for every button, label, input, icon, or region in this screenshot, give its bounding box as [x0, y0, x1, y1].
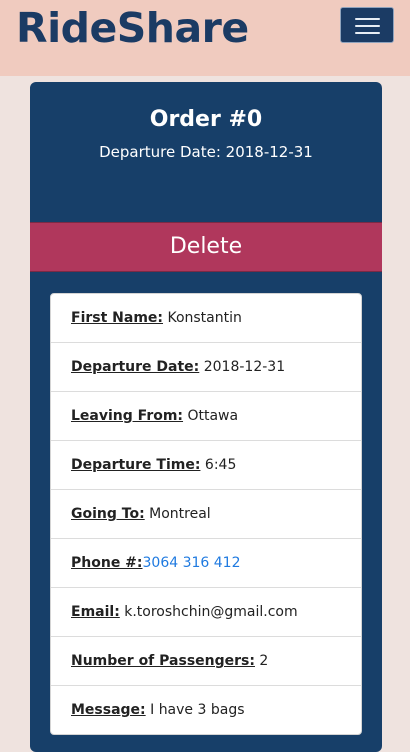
delete-button[interactable]: Delete — [30, 222, 382, 272]
detail-label: Phone #: — [71, 555, 143, 571]
order-title: Order #0 — [149, 107, 263, 132]
detail-value: Montreal — [149, 506, 211, 522]
order-card: Order #0 Departure Date: 2018-12-31 Dele… — [30, 82, 382, 752]
order-details-list: First Name: Konstantin Departure Date: 2… — [50, 293, 362, 735]
detail-label: Leaving From: — [71, 408, 184, 424]
detail-label: First Name: — [71, 310, 164, 326]
detail-label: Message: — [71, 702, 146, 718]
detail-label: Going To: — [71, 506, 145, 522]
detail-row-message: Message: I have 3 bags — [51, 686, 361, 734]
menu-toggle-button[interactable] — [340, 7, 394, 43]
detail-value: Konstantin — [167, 310, 242, 326]
detail-label: Departure Time: — [71, 457, 201, 473]
detail-label: Departure Date: — [71, 359, 200, 375]
detail-value: Ottawa — [187, 408, 239, 424]
detail-label: Email: — [71, 604, 120, 620]
detail-row-passengers: Number of Passengers: 2 — [51, 637, 361, 686]
detail-value: 2018-12-31 — [203, 359, 286, 375]
detail-row-departure-time: Departure Time: 6:45 — [51, 441, 361, 490]
detail-row-phone: Phone #:3064 316 412 — [51, 539, 361, 588]
phone-link[interactable]: 3064 316 412 — [143, 555, 241, 571]
detail-label: Number of Passengers: — [71, 653, 255, 669]
hamburger-menu-icon — [355, 18, 380, 20]
hamburger-menu-icon-bar — [355, 25, 380, 27]
detail-value: I have 3 bags — [150, 702, 245, 718]
navbar: RideShare — [0, 0, 410, 76]
detail-value: k.toroshchin@gmail.com — [124, 604, 298, 620]
detail-row-leaving-from: Leaving From: Ottawa — [51, 392, 361, 441]
detail-row-departure-date: Departure Date: 2018-12-31 — [51, 343, 361, 392]
order-departure-date: Departure Date: 2018-12-31 — [99, 143, 313, 161]
detail-row-going-to: Going To: Montreal — [51, 490, 361, 539]
brand-logo[interactable]: RideShare — [16, 2, 249, 54]
detail-value: 6:45 — [204, 457, 237, 473]
detail-value: 2 — [259, 653, 269, 669]
detail-row-email: Email: k.toroshchin@gmail.com — [51, 588, 361, 637]
hamburger-menu-icon-bar — [355, 32, 380, 34]
detail-row-first-name: First Name: Konstantin — [51, 294, 361, 343]
